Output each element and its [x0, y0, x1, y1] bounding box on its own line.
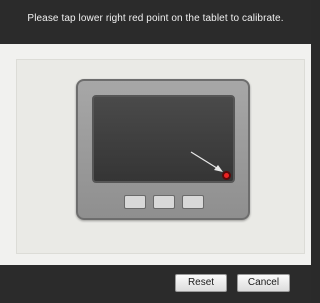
- cancel-button[interactable]: Cancel: [237, 274, 290, 292]
- tablet-button-right: [182, 195, 204, 209]
- tablet-screen: [92, 95, 235, 183]
- tablet-button-left: [124, 195, 146, 209]
- reset-button[interactable]: Reset: [175, 274, 227, 292]
- instruction-bar: Please tap lower right red point on the …: [0, 0, 311, 44]
- red-calibration-point-icon[interactable]: [222, 171, 231, 180]
- calibration-instruction: Please tap lower right red point on the …: [27, 13, 284, 24]
- tablet-button-middle: [153, 195, 175, 209]
